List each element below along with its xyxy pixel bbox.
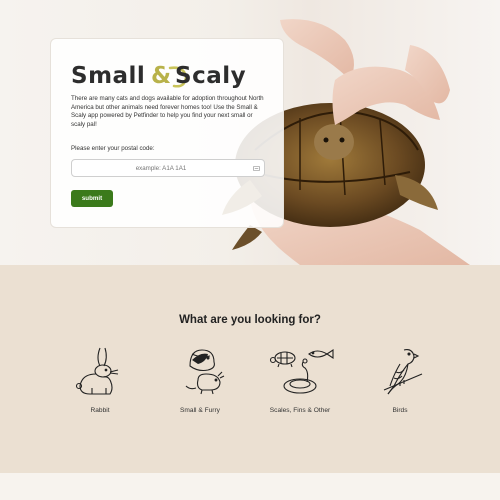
- category-label: Scales, Fins & Other: [269, 407, 331, 414]
- postal-code-label: Please enter your postal code:: [71, 145, 155, 152]
- category-small-furry[interactable]: Small & Furry: [155, 344, 245, 424]
- section-title: What are you looking for?: [179, 314, 321, 326]
- guinea-pig-icon: [185, 349, 225, 395]
- category-rabbit[interactable]: Rabbit: [55, 344, 145, 424]
- submit-button[interactable]: submit: [71, 190, 113, 207]
- logo-word-scaly: Scaly: [175, 63, 247, 89]
- autofill-icon[interactable]: [253, 165, 260, 172]
- category-scales-fins-other[interactable]: Scales, Fins & Other: [255, 344, 345, 424]
- rabbit-icon: [75, 347, 119, 395]
- category-birds[interactable]: Birds: [355, 344, 445, 424]
- hero-banner: Small & Scaly There are many cats and do…: [0, 0, 500, 265]
- postal-code-input[interactable]: [71, 159, 265, 177]
- bird-icon: [383, 349, 423, 395]
- category-label: Small & Furry: [180, 407, 220, 414]
- footer-strip: [0, 473, 500, 500]
- turtle-fish-snake-icon: [269, 348, 334, 394]
- category-label: Rabbit: [90, 407, 110, 414]
- app-logo: Small & Scaly: [71, 59, 271, 93]
- intro-text: There are many cats and dogs available f…: [71, 95, 264, 128]
- category-label: Birds: [392, 407, 408, 414]
- intro-card: Small & Scaly There are many cats and do…: [50, 38, 284, 228]
- logo-word-small: Small: [71, 63, 146, 89]
